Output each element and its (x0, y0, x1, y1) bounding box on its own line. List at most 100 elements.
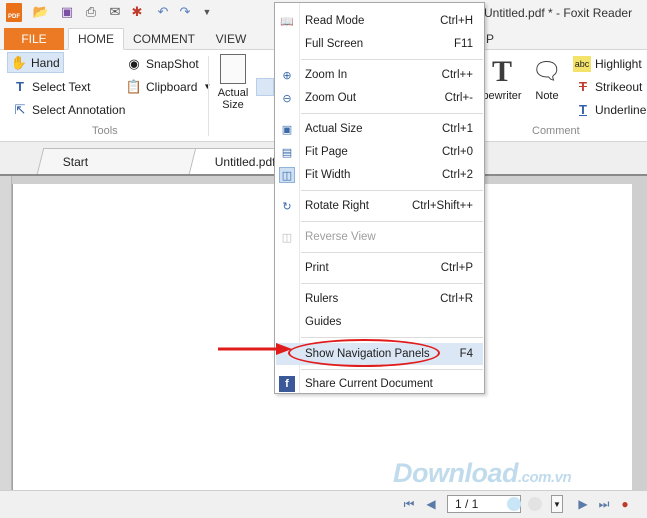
tab-start-label: Start (62, 154, 89, 169)
menu-label: Rulers (305, 293, 339, 305)
strikeout-label: Strikeout (595, 79, 643, 94)
menu-item-rotate-right[interactable]: ↻ Rotate Right Ctrl+Shift++ (276, 195, 483, 217)
underline-label: Underline (595, 102, 647, 117)
menu-label: Share Current Document (305, 378, 433, 390)
menu-item-actual-size[interactable]: ▣ Actual Size Ctrl+1 (276, 118, 483, 140)
actual-size-line1: Actual (217, 87, 249, 99)
tab-start[interactable]: Start (36, 148, 198, 174)
menu-label: Guides (305, 316, 342, 328)
menu-shortcut: Ctrl++ (441, 69, 473, 81)
actual-size-button[interactable]: Actual Size (215, 54, 251, 111)
menu-item-guides[interactable]: Guides (276, 311, 483, 333)
print-icon[interactable]: ⎙ (82, 3, 100, 21)
menu-label: Rotate Right (305, 200, 369, 212)
rotate-right-icon: ↻ (282, 200, 292, 213)
view-dropdown-menu: 📖 Read Mode Ctrl+H Full Screen F11 ⊕ Zoo… (274, 2, 485, 394)
navigation-strip[interactable] (0, 176, 12, 492)
snapshot-button[interactable]: ◉ SnapShot (123, 53, 202, 74)
first-page-icon[interactable]: ⏮ (402, 497, 416, 511)
fit-width-icon: ◫ (279, 167, 295, 183)
note-button[interactable]: 🗨 Note (530, 54, 564, 102)
typewriter-button[interactable]: T pewriter (482, 54, 522, 102)
open-folder-icon[interactable]: 📂 (32, 3, 50, 21)
underline-button[interactable]: T Underline (572, 99, 647, 120)
status-bar: ⏮ ◀ 1 / 1 ▼ ▶ ⏭ ● (0, 490, 647, 518)
menu-shortcut: Ctrl+0 (442, 146, 473, 158)
redo-icon[interactable]: ↷ (176, 3, 194, 21)
menu-label: Reverse View (305, 231, 376, 243)
select-text-label: Select Text (32, 79, 91, 94)
select-annotation-label: Select Annotation (32, 102, 126, 117)
menu-label: Read Mode (305, 15, 365, 27)
menu-item-reverse-view: ◫ Reverse View (276, 226, 483, 248)
select-annotation-button[interactable]: ⇱ Select Annotation (9, 99, 128, 120)
menu-item-read-mode[interactable]: 📖 Read Mode Ctrl+H (276, 10, 483, 32)
tools-group-label: Tools (92, 125, 118, 137)
zoom-out-icon: ⊖ (282, 92, 292, 105)
menu-item-rulers[interactable]: Rulers Ctrl+R (276, 288, 483, 310)
tab-comment[interactable]: COMMENT (128, 28, 200, 50)
select-text-button[interactable]: T Select Text (9, 76, 93, 97)
status-circle-icon (507, 497, 521, 511)
page-icon (220, 54, 246, 84)
page-dropdown-icon[interactable]: ▼ (551, 495, 563, 513)
hand-label: Hand (31, 55, 60, 70)
typewriter-label: pewriter (482, 90, 522, 102)
menu-separator (301, 283, 483, 284)
menu-shortcut: Ctrl+H (440, 15, 473, 27)
note-label: Note (535, 90, 559, 102)
group-divider (208, 56, 209, 136)
save-icon[interactable]: ▣ (58, 3, 76, 21)
menu-separator (301, 252, 483, 253)
book-icon: 📖 (280, 15, 294, 28)
clipboard-icon: 📋 (125, 78, 143, 94)
highlight-button[interactable]: abc Highlight (570, 53, 645, 74)
clipboard-label: Clipboard (146, 79, 198, 94)
tab-file[interactable]: FILE (4, 28, 64, 50)
annotation-arrow-icon (218, 343, 292, 355)
tab-view[interactable]: VIEW (206, 28, 256, 50)
menu-label: Fit Page (305, 146, 348, 158)
menu-item-fit-width[interactable]: ◫ Fit Width Ctrl+2 (276, 164, 483, 186)
menu-separator (301, 190, 483, 191)
reverse-view-icon: ◫ (281, 231, 293, 244)
fit-width-small-icon[interactable] (256, 78, 274, 96)
underline-icon: T (579, 102, 587, 117)
clipboard-button[interactable]: 📋 Clipboard ▼ (123, 76, 214, 97)
hand-icon: ✋ (10, 54, 28, 70)
customize-icon[interactable]: ▼ (198, 3, 216, 21)
last-page-icon[interactable]: ⏭ (597, 497, 611, 511)
watermark: Download.com.vn (393, 458, 572, 489)
tab-home[interactable]: HOME (68, 28, 124, 50)
actual-size-line2: Size (222, 99, 244, 111)
highlight-label: Highlight (595, 56, 642, 71)
note-icon: 🗨 (531, 58, 563, 85)
email-icon[interactable]: ✉ (106, 3, 124, 21)
menu-item-print[interactable]: Print Ctrl+P (276, 257, 483, 279)
menu-shortcut: Ctrl+- (444, 92, 473, 104)
menu-shortcut: Ctrl+2 (442, 169, 473, 181)
menu-item-fit-page[interactable]: ▤ Fit Page Ctrl+0 (276, 141, 483, 163)
window-title: Untitled.pdf * - Foxit Reader (484, 6, 633, 20)
close-view-icon[interactable]: ● (618, 497, 632, 511)
menu-item-share-document[interactable]: f Share Current Document (276, 373, 483, 395)
undo-icon[interactable]: ↶ (154, 3, 172, 21)
prev-page-icon[interactable]: ◀ (424, 497, 438, 511)
highlight-icon: abc (573, 55, 591, 72)
snapshot-label: SnapShot (146, 56, 199, 71)
new-icon[interactable]: ✱ (128, 3, 146, 21)
menu-item-full-screen[interactable]: Full Screen F11 (276, 33, 483, 55)
watermark-main: Download (393, 458, 519, 488)
zoom-in-icon: ⊕ (282, 69, 292, 82)
foxit-logo: PDF (6, 3, 22, 22)
menu-shortcut: Ctrl+P (440, 262, 473, 274)
strikeout-button[interactable]: T Strikeout (572, 76, 645, 97)
camera-icon: ◉ (128, 55, 140, 71)
next-page-icon[interactable]: ▶ (576, 497, 590, 511)
select-annotation-icon: ⇱ (14, 101, 26, 117)
facebook-icon: f (279, 376, 295, 392)
menu-separator (301, 221, 483, 222)
menu-item-zoom-in[interactable]: ⊕ Zoom In Ctrl++ (276, 64, 483, 86)
hand-button[interactable]: ✋ Hand (7, 52, 64, 73)
menu-item-zoom-out[interactable]: ⊖ Zoom Out Ctrl+- (276, 87, 483, 109)
